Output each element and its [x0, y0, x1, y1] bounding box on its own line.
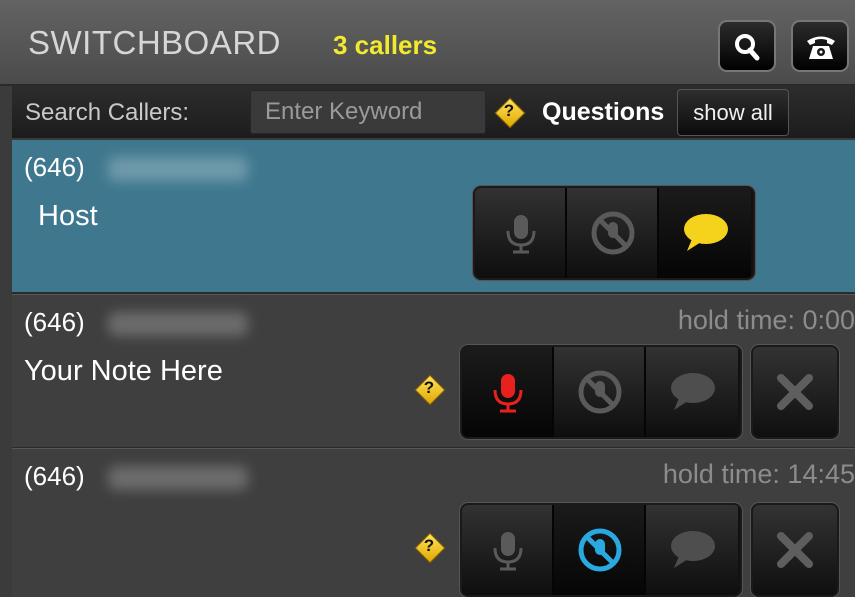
microphone-icon: [493, 532, 523, 571]
search-button[interactable]: [718, 20, 776, 72]
chat-button[interactable]: [646, 347, 738, 437]
chat-bubble-icon: [684, 214, 728, 251]
redacted-phone-number: [108, 312, 248, 336]
microphone-icon: [506, 215, 536, 254]
close-icon: [777, 374, 813, 410]
header-bar: SWITCHBOARD 3 callers: [0, 0, 855, 86]
question-diamond-icon[interactable]: ?: [414, 374, 446, 406]
mute-button[interactable]: [554, 505, 646, 595]
app-title: SWITCHBOARD: [28, 24, 281, 61]
hold-time: hold time: 14:45: [662, 459, 855, 489]
chat-button[interactable]: [659, 188, 751, 278]
caller-note[interactable]: Your Note Here: [24, 355, 223, 388]
caller-controls: [460, 345, 742, 439]
caller-phone: (646): [24, 307, 85, 337]
caller-row[interactable]: (646) hold time: 0:00 Your Note Here ?: [12, 294, 855, 449]
muted-mic-icon: [578, 370, 622, 414]
redacted-phone-number: [108, 466, 248, 490]
mic-button[interactable]: [462, 347, 554, 437]
chat-button[interactable]: [646, 505, 738, 595]
caller-controls: [460, 503, 742, 597]
search-bar: Search Callers: ? Questions show all: [12, 86, 855, 138]
question-diamond-icon[interactable]: ?: [414, 532, 446, 564]
microphone-icon: [493, 374, 523, 413]
mic-button[interactable]: [462, 505, 554, 595]
caller-phone: (646): [24, 152, 85, 182]
disconnect-button[interactable]: [751, 345, 839, 439]
mute-button[interactable]: [567, 188, 659, 278]
hold-time: hold time: 0:00: [677, 305, 855, 335]
telephone-icon: [807, 36, 835, 59]
search-input[interactable]: [250, 90, 486, 134]
caller-count: 3 callers: [333, 30, 438, 60]
caller-controls: [473, 186, 755, 280]
redacted-phone-number: [108, 157, 248, 181]
switchboard-panel: SWITCHBOARD 3 callers Search Callers: ? …: [0, 0, 855, 597]
chat-bubble-icon: [671, 373, 715, 410]
questions-label[interactable]: Questions: [542, 98, 664, 127]
close-icon: [777, 532, 813, 568]
phone-button[interactable]: [791, 20, 849, 72]
mute-button[interactable]: [554, 347, 646, 437]
mic-button[interactable]: [475, 188, 567, 278]
show-all-button[interactable]: show all: [677, 89, 789, 136]
caller-row-host[interactable]: (646) Host: [12, 140, 855, 294]
disconnect-button[interactable]: [751, 503, 839, 597]
search-callers-label: Search Callers:: [25, 99, 190, 126]
caller-note[interactable]: Host: [38, 200, 98, 233]
muted-mic-icon: [591, 211, 635, 255]
question-diamond-icon[interactable]: ?: [494, 97, 526, 129]
magnifier-icon: [735, 34, 760, 61]
caller-phone: (646): [24, 461, 85, 491]
caller-row[interactable]: (646) hold time: 14:45 ?: [12, 448, 855, 597]
chat-bubble-icon: [671, 531, 715, 568]
muted-mic-icon: [578, 528, 622, 572]
